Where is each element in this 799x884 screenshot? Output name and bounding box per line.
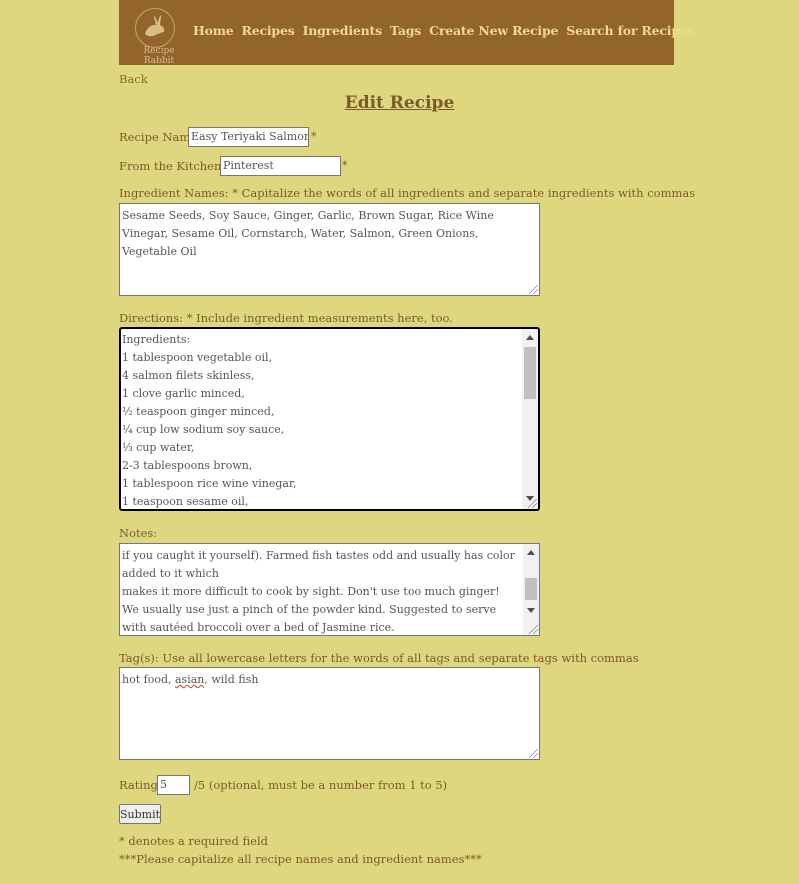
submit-button[interactable]: Submit <box>119 804 161 824</box>
rating-input[interactable]: 5 <box>157 775 190 795</box>
tags-text-part: , wild fish <box>204 673 259 686</box>
required-note: * denotes a required field <box>119 834 268 848</box>
tags-text-part: hot food, <box>122 673 175 686</box>
notes-label: Notes: <box>119 526 158 540</box>
nav-recipes-link[interactable]: Recipes <box>242 23 295 38</box>
kitchen-input[interactable]: Pinterest <box>220 156 341 176</box>
scroll-thumb[interactable] <box>524 347 536 399</box>
scroll-down-icon[interactable] <box>527 608 535 613</box>
directions-line: Ingredients: <box>122 333 191 346</box>
resize-grip[interactable] <box>529 625 538 634</box>
ingredients-textarea[interactable]: Sesame Seeds, Soy Sauce, Ginger, Garlic,… <box>119 203 540 296</box>
rating-label: Rating: <box>119 778 162 792</box>
rabbit-icon <box>145 15 165 37</box>
nav-create-recipe-link[interactable]: Create New Recipe <box>429 23 558 38</box>
logo[interactable]: Recipe Rabbit <box>127 6 183 66</box>
nav-ingredients-link[interactable]: Ingredients <box>303 23 383 38</box>
nav-home-link[interactable]: Home <box>193 23 234 38</box>
page-title: Edit Recipe <box>344 93 455 113</box>
tags-text: hot food, asian, wild fish <box>122 671 537 689</box>
kitchen-required-mark: * <box>342 159 348 172</box>
resize-grip[interactable] <box>529 285 538 294</box>
directions-line: 1 tablespoon rice wine vinegar, <box>122 477 297 490</box>
resize-grip[interactable] <box>528 499 537 508</box>
nav-links: Home Recipes Ingredients Tags Create New… <box>193 23 695 38</box>
nav-search-recipes-link[interactable]: Search for Recipes <box>566 23 694 38</box>
directions-line: 1 teaspoon sesame oil, <box>122 495 249 508</box>
scroll-up-icon[interactable] <box>527 550 535 555</box>
directions-line: 1 tablespoon vegetable oil, <box>122 351 273 364</box>
tags-textarea[interactable]: hot food, asian, wild fish <box>119 667 540 760</box>
directions-textarea[interactable]: Ingredients: 1 tablespoon vegetable oil,… <box>119 327 540 511</box>
nav-tags-link[interactable]: Tags <box>390 23 421 38</box>
scroll-up-icon[interactable] <box>526 335 534 340</box>
directions-scrollbar[interactable] <box>522 329 538 509</box>
notes-line: if you caught it yourself). Farmed fish … <box>122 549 515 580</box>
notes-scrollbar[interactable] <box>523 544 539 635</box>
back-link[interactable]: Back <box>119 72 148 86</box>
capitalize-note: ***Please capitalize all recipe names an… <box>119 852 482 866</box>
directions-line: 4 salmon filets skinless, <box>122 369 255 382</box>
notes-line: makes it more difficult to cook by sight… <box>122 585 500 634</box>
ingredients-label: Ingredient Names: * Capitalize the words… <box>119 186 696 200</box>
tags-label: Tag(s): Use all lowercase letters for th… <box>119 651 639 665</box>
directions-line: 2-3 tablespoons brown, <box>122 459 253 472</box>
misspelled-word: asian <box>174 673 205 686</box>
logo-text: Recipe Rabbit <box>143 46 175 66</box>
ingredients-text: Sesame Seeds, Soy Sauce, Ginger, Garlic,… <box>122 209 494 258</box>
directions-line: ½ teaspoon ginger minced, <box>122 405 275 418</box>
rating-hint: /5 (optional, must be a number from 1 to… <box>194 778 448 792</box>
directions-line: ⅓ cup water, <box>122 441 195 454</box>
scroll-thumb[interactable] <box>525 578 537 600</box>
directions-line: ¼ cup low sodium soy sauce, <box>122 423 285 436</box>
notes-textarea[interactable]: if you caught it yourself). Farmed fish … <box>119 543 540 636</box>
directions-line: 1 clove garlic minced, <box>122 387 245 400</box>
resize-grip[interactable] <box>529 749 538 758</box>
recipe-name-input[interactable]: Easy Teriyaki Salmon <box>188 127 309 147</box>
navbar: Recipe Rabbit Home Recipes Ingredients T… <box>119 0 695 66</box>
directions-label: Directions: * Include ingredient measure… <box>119 311 453 325</box>
recipe-name-required-mark: * <box>311 130 317 143</box>
